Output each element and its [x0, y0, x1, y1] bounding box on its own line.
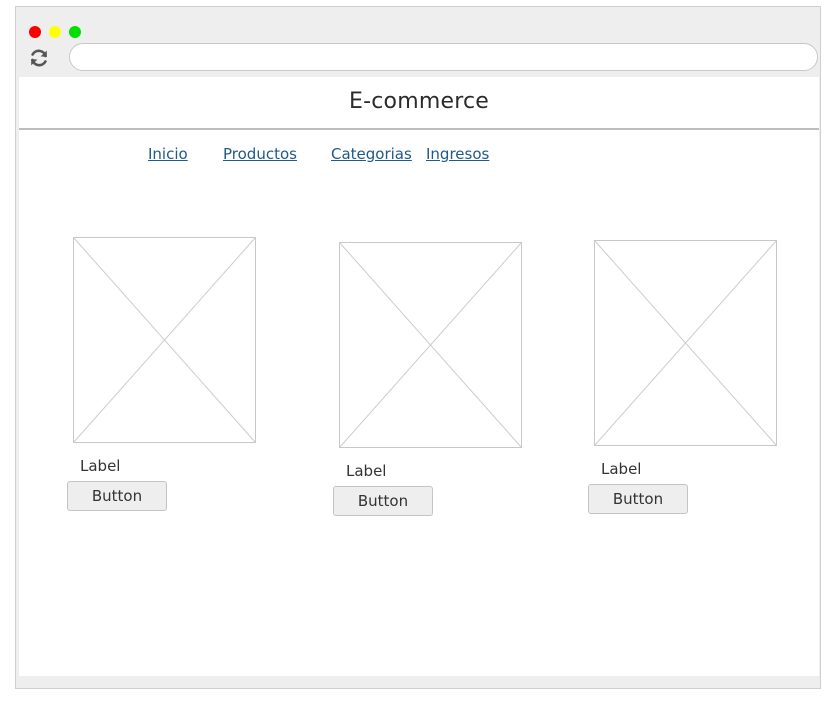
minimize-window-button[interactable]	[49, 26, 61, 38]
nav-link-ingresos[interactable]: Ingresos	[426, 145, 489, 163]
maximize-window-button[interactable]	[69, 26, 81, 38]
product-button[interactable]: Button	[67, 481, 167, 511]
browser-window: E-commerce Inicio Productos Categorias I…	[15, 6, 821, 689]
refresh-icon[interactable]	[28, 47, 50, 69]
product-button[interactable]: Button	[333, 486, 433, 516]
nav-link-inicio[interactable]: Inicio	[148, 145, 188, 163]
product-image-placeholder	[594, 240, 777, 446]
product-label: Label	[346, 462, 387, 480]
title-divider	[19, 128, 819, 130]
product-label: Label	[601, 460, 642, 478]
close-window-button[interactable]	[29, 26, 41, 38]
product-label: Label	[80, 457, 121, 475]
page-title: E-commerce	[349, 89, 489, 114]
product-button[interactable]: Button	[588, 484, 688, 514]
address-bar[interactable]	[69, 43, 818, 71]
page-viewport: E-commerce Inicio Productos Categorias I…	[19, 77, 819, 676]
image-placeholder-icon	[73, 237, 256, 443]
nav-link-categorias[interactable]: Categorias	[331, 145, 412, 163]
product-image-placeholder	[339, 242, 522, 448]
image-placeholder-icon	[594, 240, 777, 446]
image-placeholder-icon	[339, 242, 522, 448]
nav-link-productos[interactable]: Productos	[223, 145, 297, 163]
product-image-placeholder	[73, 237, 256, 443]
